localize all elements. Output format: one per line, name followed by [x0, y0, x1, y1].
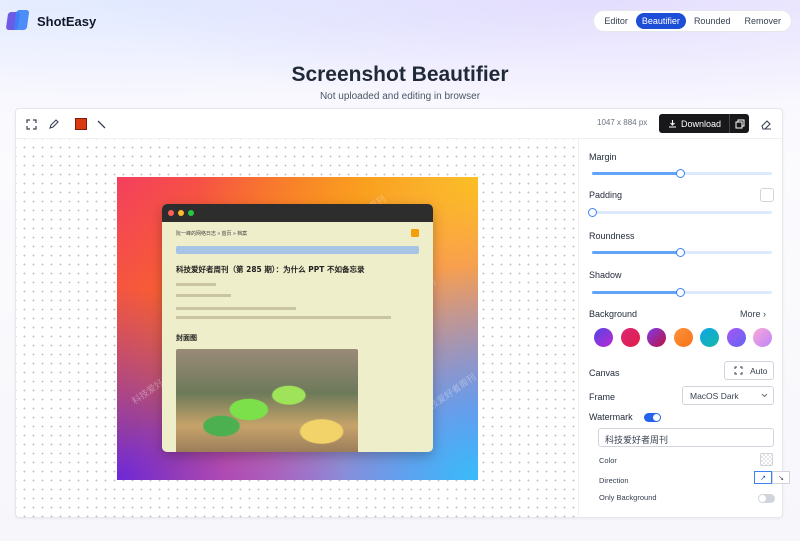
close-dot — [168, 210, 174, 216]
watermark-text-input[interactable]: 科技爱好者周刊 — [598, 428, 774, 447]
background-swatch[interactable] — [594, 328, 613, 347]
only-background-toggle[interactable] — [758, 494, 775, 503]
preview-cover-image — [176, 349, 358, 452]
preview-section-title: 封面图 — [176, 334, 197, 342]
page-subtitle: Not uploaded and editing in browser — [319, 91, 481, 102]
beautified-preview: 科技爱好者周刊 科技爱好者周刊 科技爱好者周刊 科技爱好者周刊 科技爱好者周刊 … — [117, 177, 478, 480]
canvas-auto-button[interactable]: Auto — [724, 361, 774, 380]
macos-window-frame: 阮一峰的网络日志 » 首页 » 档案 科技爱好者周刊（第 285 期）：为什么 … — [162, 204, 433, 452]
chevron-down-icon — [761, 393, 768, 398]
frame-value: MacOS Dark — [690, 390, 739, 401]
direction-down-right-button[interactable]: ↘ — [772, 471, 790, 484]
slider-handle[interactable] — [588, 208, 597, 217]
only-background-label: Only Background — [599, 493, 657, 502]
canvas-area[interactable]: 科技爱好者周刊 科技爱好者周刊 科技爱好者周刊 科技爱好者周刊 科技爱好者周刊 … — [16, 139, 578, 518]
watermark-label: Watermark — [589, 412, 633, 422]
settings-panel: Margin Padding Roundness Shadow Backgrou… — [578, 139, 790, 518]
download-label: Download — [681, 118, 722, 129]
background-swatch[interactable] — [753, 328, 772, 347]
preview-text-line — [176, 316, 391, 319]
more-backgrounds-link[interactable]: More › — [740, 309, 766, 319]
minimize-dot — [178, 210, 184, 216]
screenshot-content: 阮一峰的网络日志 » 首页 » 档案 科技爱好者周刊（第 285 期）：为什么 … — [162, 222, 433, 452]
nav-rounded[interactable]: Rounded — [688, 13, 737, 29]
margin-slider[interactable] — [592, 169, 772, 178]
top-nav: Editor Beautifier Rounded Remover — [593, 10, 792, 32]
more-label: More — [740, 309, 761, 319]
app-logo[interactable]: ShotEasy — [5, 10, 97, 32]
window-titlebar — [162, 204, 433, 222]
editor-card: 1047 x 884 px Download 科技爱好者周刊 科技爱好者周刊 科… — [15, 108, 790, 518]
frame-select[interactable]: MacOS Dark — [682, 386, 774, 405]
slider-handle[interactable] — [676, 248, 685, 257]
copy-button[interactable] — [730, 114, 749, 133]
frame-label: Frame — [589, 392, 616, 402]
slider-handle[interactable] — [676, 288, 685, 297]
watermark-color-label: Color — [599, 456, 617, 465]
direction-up-right-button[interactable]: ↗ — [754, 471, 772, 484]
roundness-label: Roundness — [589, 231, 635, 241]
logo-icon — [5, 10, 30, 32]
image-dimensions: 1047 x 884 px — [597, 118, 648, 127]
copy-icon — [735, 119, 744, 128]
zoom-dot — [188, 210, 194, 216]
download-button-group: Download — [659, 114, 749, 133]
page-title: Screenshot Beautifier — [291, 63, 509, 86]
preview-text-line — [176, 307, 296, 310]
rss-icon — [411, 229, 419, 237]
padding-slider[interactable] — [588, 208, 772, 217]
preview-nav-bar — [176, 246, 419, 254]
line-icon[interactable] — [94, 117, 108, 131]
background-swatch[interactable] — [647, 328, 666, 347]
preview-breadcrumb: 阮一峰的网络日志 » 首页 » 档案 — [176, 230, 248, 237]
background-label: Background — [589, 309, 638, 319]
watermark-direction-label: Direction — [599, 476, 629, 485]
padding-label: Padding — [589, 190, 623, 200]
direction-toggle-group: ↗ ↘ — [754, 471, 790, 484]
nav-remover[interactable]: Remover — [738, 13, 787, 29]
watermark-color-picker[interactable] — [760, 453, 773, 466]
background-swatch[interactable] — [673, 328, 693, 347]
app-name: ShotEasy — [37, 13, 97, 29]
canvas-value: Auto — [750, 365, 768, 376]
chevron-right-icon: › — [763, 309, 767, 319]
shadow-label: Shadow — [589, 270, 622, 280]
download-icon — [669, 120, 676, 128]
crop-icon[interactable] — [24, 117, 38, 131]
background-swatch[interactable] — [726, 328, 746, 347]
slider-handle[interactable] — [676, 169, 685, 178]
preview-article-title: 科技爱好者周刊（第 285 期）：为什么 PPT 不如备忘录 — [176, 265, 365, 274]
nav-editor[interactable]: Editor — [598, 13, 634, 29]
shadow-slider[interactable] — [592, 288, 772, 297]
expand-icon — [734, 366, 743, 375]
preview-text-line — [176, 294, 231, 297]
preview-text-line — [176, 283, 216, 286]
margin-label: Margin — [589, 152, 617, 162]
canvas-label: Canvas — [589, 368, 620, 378]
background-swatch[interactable] — [620, 328, 640, 347]
pencil-icon[interactable] — [46, 117, 60, 131]
padding-color-box[interactable] — [760, 188, 774, 202]
download-button[interactable]: Download — [659, 114, 730, 133]
background-swatch[interactable] — [700, 328, 719, 347]
eraser-icon[interactable] — [760, 117, 774, 131]
nav-beautifier[interactable]: Beautifier — [635, 13, 686, 29]
watermark-toggle[interactable] — [644, 413, 661, 422]
roundness-slider[interactable] — [592, 248, 772, 257]
editor-toolbar: 1047 x 884 px Download — [16, 109, 782, 139]
annotation-color-swatch[interactable] — [75, 118, 87, 130]
